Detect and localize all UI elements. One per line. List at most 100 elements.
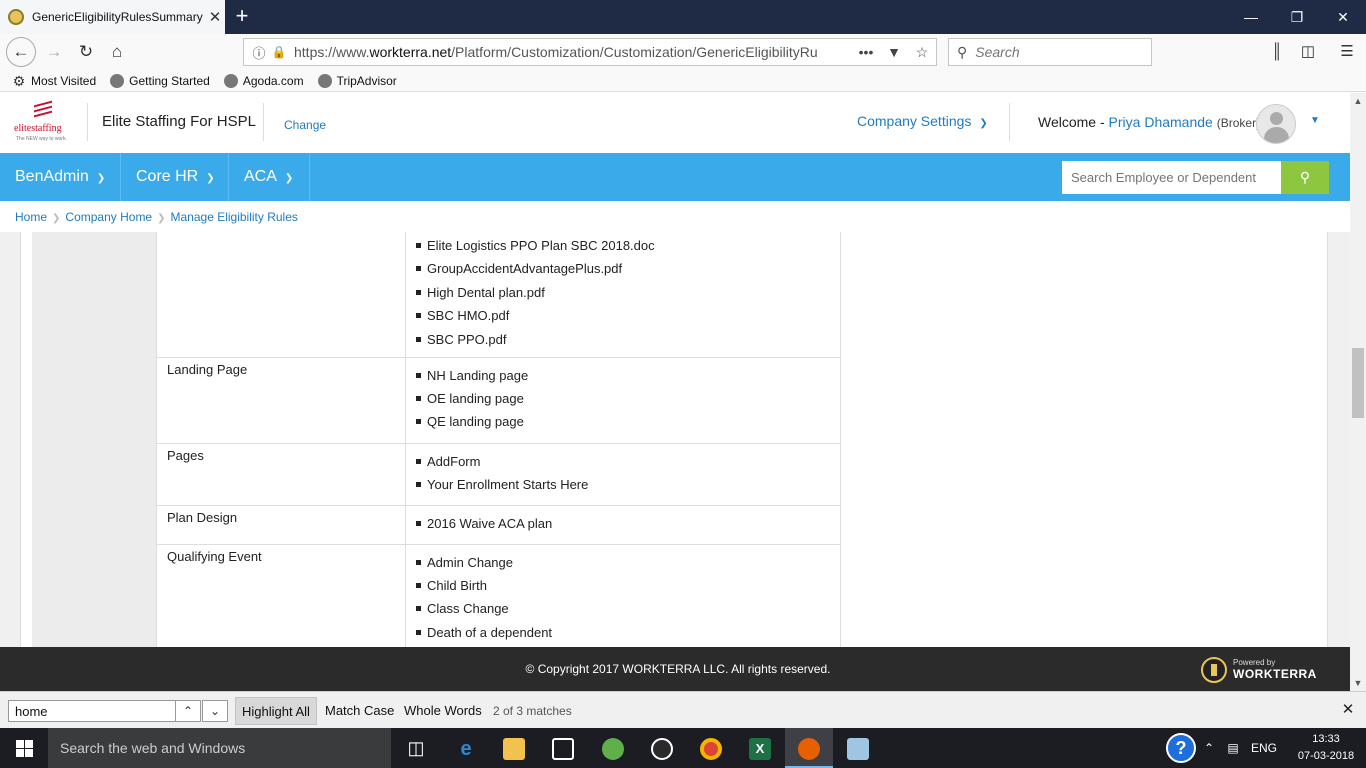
employee-search-button[interactable]: ⚲: [1281, 161, 1329, 194]
menu-aca[interactable]: ACA ❯: [229, 153, 310, 201]
back-icon[interactable]: ←: [6, 37, 36, 67]
menu-benadmin[interactable]: BenAdmin ❯: [0, 153, 121, 201]
address-bar[interactable]: ⓘ 🔒 https://www.workterra.net/Platform/C…: [243, 38, 937, 66]
company-logo[interactable]: elitestaffing The NEW way to work.: [14, 100, 72, 143]
url-text[interactable]: https://www.workterra.net/Platform/Custo…: [294, 44, 852, 60]
chevron-down-icon: ❯: [284, 173, 294, 184]
close-tab-icon[interactable]: ✕: [205, 8, 225, 26]
workterra-logo-icon: [1201, 657, 1227, 683]
site-info-icon[interactable]: ⓘ: [248, 43, 270, 62]
rule-label-cell: Landing Page: [156, 356, 406, 444]
store-icon[interactable]: [539, 728, 587, 768]
library-icon[interactable]: ║: [1263, 38, 1291, 66]
system-clock[interactable]: 13:33 07-03-2018: [1290, 731, 1362, 765]
list-item: Your Enrollment Starts Here: [416, 473, 832, 496]
firefox-icon[interactable]: [785, 728, 833, 768]
bookmark-most-visited[interactable]: ⚙ Most Visited: [12, 74, 96, 88]
sidebar-icon[interactable]: ◫: [1294, 38, 1322, 66]
reload-icon[interactable]: ↻: [72, 38, 100, 66]
employee-search-input[interactable]: [1062, 161, 1281, 194]
breadcrumb-home[interactable]: Home: [15, 210, 47, 224]
bookmark-tripadvisor[interactable]: TripAdvisor: [317, 73, 397, 88]
browser-search-box[interactable]: ⚲: [948, 38, 1152, 66]
find-input[interactable]: [8, 700, 176, 722]
menu-label: Core HR: [136, 168, 199, 185]
whole-words-toggle[interactable]: Whole Words: [398, 697, 488, 725]
bookmark-star-icon[interactable]: ☆: [908, 44, 936, 61]
logo-text: elitestaffing: [14, 123, 62, 134]
pocket-icon[interactable]: ▼: [880, 44, 908, 60]
notepad-icon[interactable]: [834, 728, 882, 768]
file-explorer-icon[interactable]: [490, 728, 538, 768]
firefox-icon: [110, 73, 125, 88]
minimize-window-icon[interactable]: —: [1228, 0, 1274, 34]
excel-icon[interactable]: X: [736, 728, 784, 768]
bookmark-label: Getting Started: [129, 73, 210, 88]
scrollbar-thumb[interactable]: [1352, 348, 1364, 418]
brand-name: WORKTERRA: [1233, 667, 1317, 681]
highlight-all-toggle[interactable]: Highlight All: [235, 697, 317, 725]
change-company-link[interactable]: Change: [263, 103, 326, 141]
chevron-down-icon: ❯: [979, 118, 988, 129]
match-case-toggle[interactable]: Match Case: [319, 697, 400, 725]
copyright-text: © Copyright 2017 WORKTERRA LLC. All righ…: [525, 662, 831, 676]
scroll-up-icon[interactable]: ▲: [1350, 93, 1366, 109]
user-name-link[interactable]: Priya Dhamande: [1109, 114, 1213, 130]
page-actions-icon[interactable]: •••: [852, 44, 880, 60]
language-indicator[interactable]: ENG: [1248, 728, 1280, 768]
browser-tab-bar: GenericEligibilityRulesSummary ✕ + — ❐ ✕: [0, 0, 1366, 34]
windows-search-box[interactable]: Search the web and Windows: [48, 728, 391, 768]
close-find-bar-icon[interactable]: ✕: [1338, 699, 1358, 721]
list-item: Admin Change: [416, 551, 832, 574]
browser-search-input[interactable]: [975, 44, 1136, 60]
breadcrumb-company-home[interactable]: Company Home: [65, 210, 152, 224]
bookmark-agoda[interactable]: Agoda.com: [223, 73, 304, 88]
find-status: 2 of 3 matches: [493, 704, 572, 718]
user-menu-caret-icon[interactable]: ▼: [1310, 115, 1320, 126]
company-settings-menu[interactable]: Company Settings ❯: [857, 113, 988, 129]
home-icon[interactable]: ⌂: [103, 38, 131, 66]
chrome-icon[interactable]: [687, 728, 735, 768]
notification-icon[interactable]: ▤: [1222, 728, 1244, 768]
avatar-head-icon: [1270, 112, 1283, 125]
windows-start-icon[interactable]: [0, 728, 48, 768]
list-item: Elite Logistics PPO Plan SBC 2018.doc: [416, 234, 832, 257]
breadcrumb-manage-eligibility-rules[interactable]: Manage Eligibility Rules: [171, 210, 298, 224]
menu-hamburger-icon[interactable]: ☰: [1333, 38, 1361, 66]
task-view-icon[interactable]: ◫: [392, 728, 440, 768]
rule-values-list: AddForm Your Enrollment Starts Here: [416, 450, 832, 497]
site-favicon-icon: [8, 9, 24, 25]
rule-label-cell: Pages: [156, 442, 406, 506]
bookmark-label: Most Visited: [31, 73, 97, 88]
bookmark-getting-started[interactable]: Getting Started: [110, 73, 210, 88]
restore-window-icon[interactable]: ❐: [1274, 0, 1320, 34]
list-item: SBC HMO.pdf: [416, 304, 832, 327]
table-row: Pages AddForm Your Enrollment Starts Her…: [156, 442, 841, 506]
tray-chevron-up-icon[interactable]: ⌃: [1200, 728, 1218, 768]
chevron-down-icon: ❯: [206, 173, 215, 184]
gear-icon: ⚙: [12, 72, 26, 89]
page-scrollbar[interactable]: ▲ ▼: [1350, 93, 1366, 691]
page-footer: © Copyright 2017 WORKTERRA LLC. All righ…: [0, 647, 1350, 691]
edge-icon[interactable]: e: [442, 728, 490, 768]
bookmark-label: Agoda.com: [242, 73, 304, 88]
evernote-icon[interactable]: [589, 728, 637, 768]
rule-values-list: NH Landing page OE landing page QE landi…: [416, 364, 832, 434]
clock-date: 07-03-2018: [1297, 750, 1355, 762]
rule-values-list: Elite Logistics PPO Plan SBC 2018.doc Gr…: [416, 234, 832, 351]
tripadvisor-icon[interactable]: [638, 728, 686, 768]
avatar[interactable]: [1256, 104, 1296, 144]
url-prefix: https://www.: [294, 44, 370, 60]
menu-core-hr[interactable]: Core HR ❯: [121, 153, 229, 201]
user-role: (Broker): [1216, 116, 1261, 130]
forward-icon[interactable]: →: [40, 38, 68, 66]
list-item: AddForm: [416, 450, 832, 473]
help-icon[interactable]: ?: [1166, 733, 1196, 763]
breadcrumb-separator-icon: ❯: [52, 213, 61, 224]
browser-tab[interactable]: GenericEligibilityRulesSummary ✕: [0, 0, 225, 34]
find-previous-icon[interactable]: ⌃: [175, 700, 201, 722]
find-next-icon[interactable]: ⌄: [202, 700, 228, 722]
new-tab-button[interactable]: +: [230, 3, 254, 29]
table-row: Plan Design 2016 Waive ACA plan: [156, 504, 841, 545]
close-window-icon[interactable]: ✕: [1320, 0, 1366, 34]
